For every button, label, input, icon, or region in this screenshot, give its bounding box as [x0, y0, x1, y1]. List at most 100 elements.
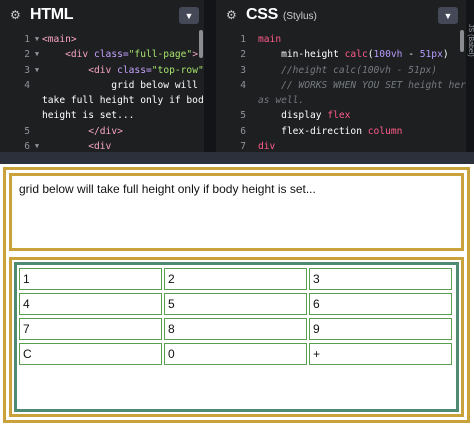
code-line[interactable]: height is set... — [0, 108, 204, 123]
preview-remaining: 1 2 3 4 5 6 7 8 9 C 0 + — [9, 257, 464, 417]
line-number: 4 — [24, 79, 30, 91]
code-token: 51px — [419, 49, 443, 61]
fold-arrow-icon[interactable]: ▼ — [32, 139, 42, 152]
js-panel-label: JS (Babel) — [467, 24, 474, 57]
code-token: class= — [94, 49, 129, 61]
code-line[interactable]: as well. — [216, 93, 466, 108]
chevron-down-icon: ▼ — [443, 10, 453, 21]
preview-grid: 1 2 3 4 5 6 7 8 9 C 0 + — [19, 268, 454, 365]
line-number: 2 — [24, 49, 30, 61]
code-token: <div — [88, 64, 118, 76]
code-token: "top-row" — [151, 64, 204, 76]
grid-cell: 6 — [309, 293, 452, 315]
preview-top-row-text: grid below will take full height only if… — [19, 182, 316, 196]
code-token: class= — [117, 64, 152, 76]
line-number: 3 — [240, 64, 246, 76]
grid-cell: 0 — [164, 343, 307, 365]
code-line[interactable]: 6 ▼ <div — [0, 139, 204, 152]
code-token: > — [192, 49, 198, 61]
gear-icon[interactable]: ⚙ — [10, 8, 24, 22]
code-line[interactable]: 6 flex-direction column — [216, 124, 466, 139]
code-token: min-height — [258, 49, 345, 61]
editor-area: ⚙ HTML ▼ 1 ▼ <main> 2 ▼ <div class= "full-pag… — [0, 0, 474, 152]
editor-resize-bar[interactable] — [0, 152, 474, 164]
css-panel-header: ⚙ CSS (Stylus) ▼ — [216, 0, 466, 30]
html-panel-dropdown-button[interactable]: ▼ — [179, 7, 199, 24]
code-token: <main> — [42, 34, 77, 45]
grid-cell: C — [19, 343, 162, 365]
grid-cell: + — [309, 343, 452, 365]
grid-cell: 9 — [309, 318, 452, 340]
code-token: // WORKS WHEN YOU SET height here — [258, 79, 466, 91]
code-line[interactable]: 2 ▼ <div class= "full-page" > — [0, 47, 204, 62]
css-panel-dropdown-button[interactable]: ▼ — [438, 7, 458, 24]
code-token: flex — [327, 110, 351, 122]
grid-cell: 1 — [19, 268, 162, 290]
code-token: display — [258, 110, 328, 122]
fold-arrow-icon[interactable]: ▼ — [32, 63, 42, 78]
code-token: 100vh — [373, 49, 403, 61]
line-number: 5 — [240, 110, 246, 122]
css-editor-scrollbar[interactable] — [460, 30, 464, 52]
result-preview: grid below will take full height only if… — [0, 164, 474, 431]
line-number: 3 — [24, 64, 30, 76]
code-token: as well. — [258, 95, 305, 107]
code-token: div — [258, 141, 276, 152]
panel-resizer[interactable] — [204, 0, 216, 152]
code-line[interactable]: take full height only if body — [0, 93, 204, 108]
code-line[interactable]: 5 </div> — [0, 124, 204, 139]
html-code-editor[interactable]: 1 ▼ <main> 2 ▼ <div class= "full-page" >3 ▼ <di… — [0, 30, 204, 152]
code-line[interactable]: 7 div — [216, 139, 466, 152]
line-number — [216, 93, 248, 108]
code-token: - — [402, 49, 420, 61]
line-number — [0, 108, 32, 123]
line-number: 7 — [240, 141, 246, 152]
code-token: <div — [88, 141, 112, 152]
preview-grid-container: 1 2 3 4 5 6 7 8 9 C 0 + — [14, 262, 459, 412]
code-token: <div — [65, 49, 94, 61]
grid-cell: 7 — [19, 318, 162, 340]
html-editor-panel[interactable]: ⚙ HTML ▼ 1 ▼ <main> 2 ▼ <div class= "full-pag… — [0, 0, 204, 152]
code-line[interactable]: 2 min-height calc(100vh - 51px) — [216, 47, 466, 62]
gear-icon[interactable]: ⚙ — [226, 8, 240, 22]
css-editor-panel[interactable]: ⚙ CSS (Stylus) ▼ 1 main 2 min-height calc(… — [216, 0, 466, 152]
grid-cell: 4 — [19, 293, 162, 315]
line-number — [0, 93, 32, 108]
html-editor-scrollbar[interactable] — [199, 30, 203, 58]
code-token: flex-direction — [258, 125, 368, 137]
grid-cell: 3 — [309, 268, 452, 290]
code-line[interactable]: 3▼ <div class="top-row"> — [0, 63, 204, 78]
grid-cell: 5 — [164, 293, 307, 315]
code-line[interactable]: 1 main — [216, 32, 466, 47]
chevron-down-icon: ▼ — [184, 10, 194, 21]
code-line[interactable]: 5 display flex — [216, 108, 466, 123]
code-line[interactable]: 3 //height calc(100vh - 51px) — [216, 63, 466, 78]
code-token: grid below will — [42, 79, 198, 91]
fold-arrow-icon[interactable]: ▼ — [32, 47, 42, 62]
css-panel-title: CSS — [246, 6, 278, 23]
js-panel-collapsed[interactable]: JS (Babel) — [466, 0, 474, 152]
css-code-editor[interactable]: 1 main 2 min-height calc(100vh - 51px) 3 //… — [216, 30, 466, 152]
code-token: calc — [344, 49, 368, 61]
code-line[interactable]: 4 grid below will — [0, 78, 204, 93]
html-panel-title: HTML — [30, 6, 74, 23]
fold-arrow-icon[interactable]: ▼ — [32, 32, 42, 47]
code-line[interactable]: 1 ▼ <main> — [0, 32, 204, 47]
grid-cell: 8 — [164, 318, 307, 340]
code-token: main — [258, 34, 282, 45]
html-panel-header: ⚙ HTML ▼ — [0, 0, 204, 30]
code-line[interactable]: 4 // WORKS WHEN YOU SET height here — [216, 78, 466, 93]
